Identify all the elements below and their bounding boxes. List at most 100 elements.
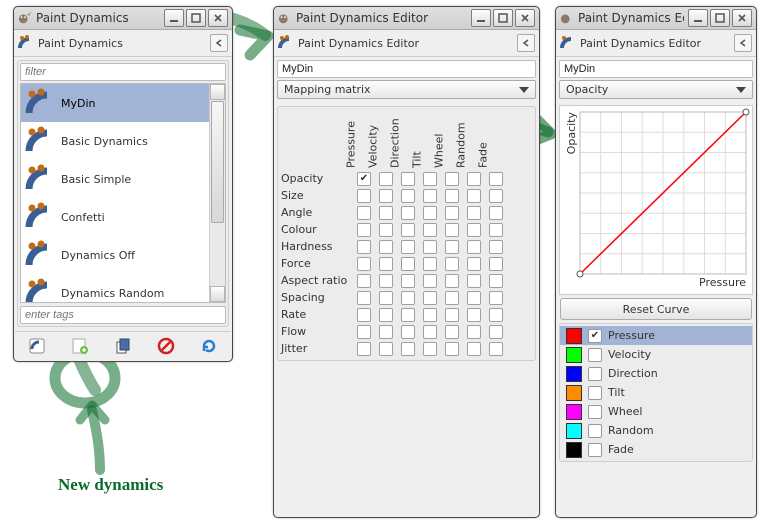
- matrix-checkbox[interactable]: [397, 308, 419, 322]
- matrix-checkbox[interactable]: [441, 325, 463, 339]
- matrix-checkbox[interactable]: [463, 274, 485, 288]
- matrix-checkbox[interactable]: [463, 257, 485, 271]
- channel-checkbox[interactable]: [588, 424, 602, 438]
- matrix-checkbox[interactable]: [441, 240, 463, 254]
- mapping-combo[interactable]: Mapping matrix: [277, 80, 536, 99]
- close-button[interactable]: [515, 9, 535, 27]
- matrix-checkbox[interactable]: [419, 308, 441, 322]
- matrix-checkbox[interactable]: [353, 223, 375, 237]
- matrix-checkbox[interactable]: [353, 240, 375, 254]
- duplicate-dynamics-button[interactable]: [109, 335, 137, 357]
- delete-dynamics-button[interactable]: [152, 335, 180, 357]
- matrix-checkbox[interactable]: [375, 172, 397, 186]
- matrix-checkbox[interactable]: [485, 342, 507, 356]
- matrix-checkbox[interactable]: [375, 274, 397, 288]
- channel-row[interactable]: Wheel: [560, 402, 752, 421]
- matrix-checkbox[interactable]: [397, 189, 419, 203]
- matrix-checkbox[interactable]: [353, 342, 375, 356]
- matrix-checkbox[interactable]: [397, 342, 419, 356]
- edit-dynamics-button[interactable]: [23, 335, 51, 357]
- matrix-checkbox[interactable]: [463, 240, 485, 254]
- matrix-checkbox[interactable]: [441, 291, 463, 305]
- maximize-button[interactable]: [710, 9, 730, 27]
- titlebar[interactable]: Paint Dynamics Editor: [274, 7, 539, 30]
- matrix-checkbox[interactable]: [463, 325, 485, 339]
- matrix-checkbox[interactable]: [375, 240, 397, 254]
- scroll-up-button[interactable]: [210, 84, 225, 100]
- matrix-checkbox[interactable]: [485, 240, 507, 254]
- maximize-button[interactable]: [186, 9, 206, 27]
- matrix-checkbox[interactable]: [485, 291, 507, 305]
- matrix-checkbox[interactable]: [397, 257, 419, 271]
- channel-checkbox[interactable]: [588, 348, 602, 362]
- list-item[interactable]: Dynamics Off: [21, 236, 225, 274]
- curve-canvas[interactable]: Opacity Pressure: [559, 105, 753, 295]
- matrix-checkbox[interactable]: [397, 206, 419, 220]
- matrix-checkbox[interactable]: [441, 257, 463, 271]
- matrix-checkbox[interactable]: [463, 223, 485, 237]
- filter-input[interactable]: [20, 63, 226, 81]
- matrix-checkbox[interactable]: [353, 172, 375, 186]
- matrix-checkbox[interactable]: [485, 274, 507, 288]
- channel-row[interactable]: Fade: [560, 440, 752, 459]
- matrix-checkbox[interactable]: [375, 189, 397, 203]
- matrix-checkbox[interactable]: [463, 206, 485, 220]
- matrix-checkbox[interactable]: [485, 257, 507, 271]
- matrix-checkbox[interactable]: [353, 206, 375, 220]
- channel-row[interactable]: Random: [560, 421, 752, 440]
- list-item[interactable]: Basic Dynamics: [21, 122, 225, 160]
- matrix-checkbox[interactable]: [419, 206, 441, 220]
- dock-menu-button[interactable]: [210, 34, 228, 52]
- matrix-checkbox[interactable]: [441, 274, 463, 288]
- matrix-checkbox[interactable]: [353, 325, 375, 339]
- dock-menu-button[interactable]: [734, 34, 752, 52]
- scroll-down-button[interactable]: [210, 286, 225, 302]
- matrix-checkbox[interactable]: [375, 308, 397, 322]
- matrix-checkbox[interactable]: [397, 291, 419, 305]
- minimize-button[interactable]: [688, 9, 708, 27]
- titlebar[interactable]: Paint Dynamics: [14, 7, 232, 30]
- matrix-checkbox[interactable]: [485, 223, 507, 237]
- matrix-checkbox[interactable]: [375, 206, 397, 220]
- matrix-checkbox[interactable]: [441, 206, 463, 220]
- matrix-checkbox[interactable]: [397, 240, 419, 254]
- scroll-thumb[interactable]: [211, 101, 224, 223]
- matrix-checkbox[interactable]: [441, 172, 463, 186]
- output-combo[interactable]: Opacity: [559, 80, 753, 99]
- matrix-checkbox[interactable]: [485, 172, 507, 186]
- matrix-checkbox[interactable]: [463, 189, 485, 203]
- close-button[interactable]: [732, 9, 752, 27]
- channel-checkbox[interactable]: [588, 443, 602, 457]
- maximize-button[interactable]: [493, 9, 513, 27]
- dynamics-name-input[interactable]: [277, 60, 536, 78]
- matrix-checkbox[interactable]: [419, 274, 441, 288]
- channel-row[interactable]: Tilt: [560, 383, 752, 402]
- matrix-checkbox[interactable]: [375, 257, 397, 271]
- channel-row[interactable]: Direction: [560, 364, 752, 383]
- matrix-checkbox[interactable]: [485, 325, 507, 339]
- dock-menu-button[interactable]: [517, 34, 535, 52]
- new-dynamics-button[interactable]: [66, 335, 94, 357]
- channel-checkbox[interactable]: [588, 386, 602, 400]
- minimize-button[interactable]: [164, 9, 184, 27]
- matrix-checkbox[interactable]: [463, 172, 485, 186]
- matrix-checkbox[interactable]: [485, 308, 507, 322]
- matrix-checkbox[interactable]: [375, 342, 397, 356]
- matrix-checkbox[interactable]: [419, 189, 441, 203]
- matrix-checkbox[interactable]: [397, 325, 419, 339]
- matrix-checkbox[interactable]: [463, 342, 485, 356]
- matrix-checkbox[interactable]: [463, 308, 485, 322]
- matrix-checkbox[interactable]: [397, 172, 419, 186]
- titlebar[interactable]: Paint Dynamics Editor: [556, 7, 756, 30]
- matrix-checkbox[interactable]: [397, 223, 419, 237]
- matrix-checkbox[interactable]: [353, 274, 375, 288]
- matrix-checkbox[interactable]: [419, 257, 441, 271]
- matrix-checkbox[interactable]: [419, 223, 441, 237]
- list-item[interactable]: Confetti: [21, 198, 225, 236]
- matrix-checkbox[interactable]: [441, 308, 463, 322]
- matrix-checkbox[interactable]: [375, 291, 397, 305]
- channel-checkbox[interactable]: [588, 367, 602, 381]
- reset-curve-button[interactable]: Reset Curve: [560, 298, 752, 320]
- matrix-checkbox[interactable]: [353, 189, 375, 203]
- matrix-checkbox[interactable]: [441, 189, 463, 203]
